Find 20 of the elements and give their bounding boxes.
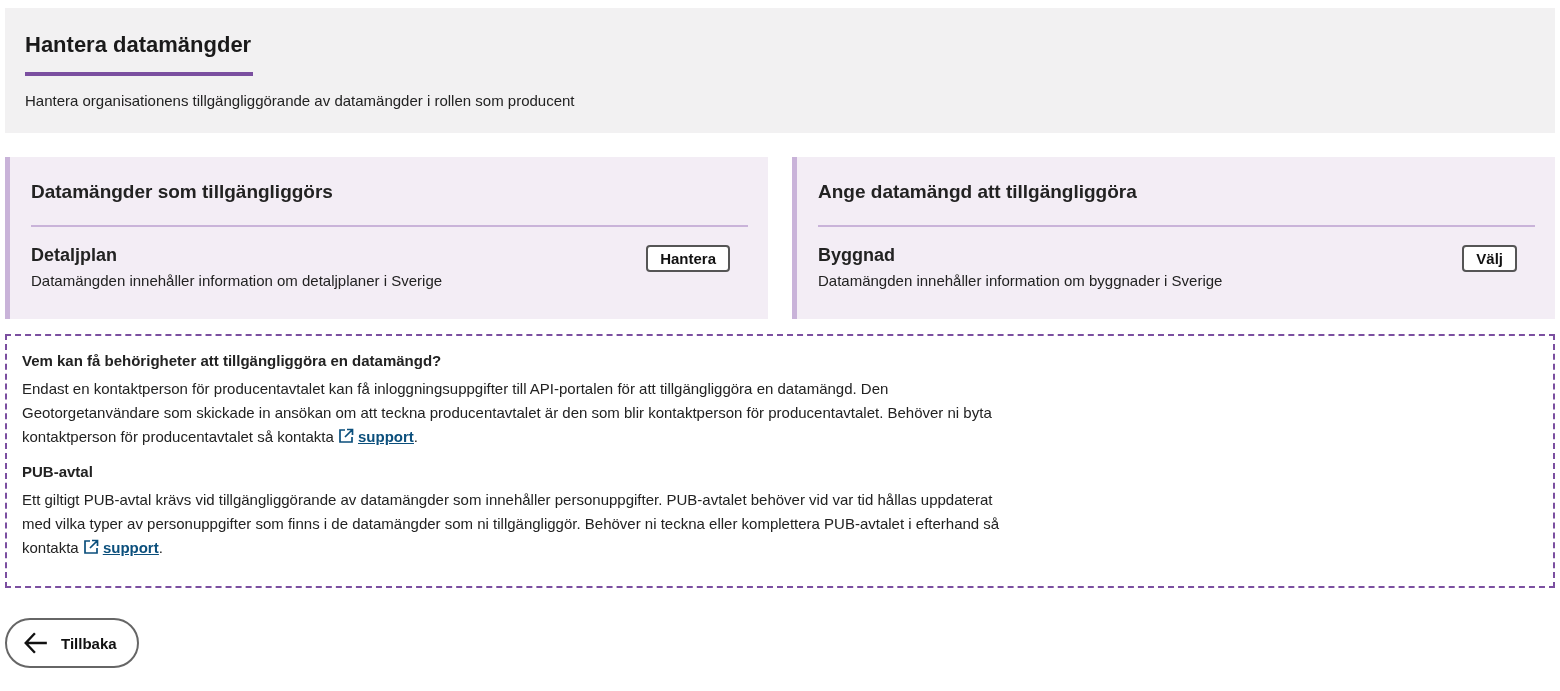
info-paragraph: Endast en kontaktperson för producentavtalet kan få inloggningsuppgifter till API-portalen för att tillgängliggöra en datamängd. Den Geotorgetanvändare som skickade in ansökan om att teckna producentavtalet är den som blir kontaktperson för producentavtalet. Behöver ni byta kontaktperson för producentavtalet så kontakta support.: [22, 379, 993, 447]
dataset-action-button[interactable]: Hantera: [646, 245, 730, 272]
support-link[interactable]: support: [82, 539, 159, 556]
support-link[interactable]: support: [338, 428, 414, 445]
page-title: Hantera datamängder: [25, 32, 253, 58]
panel-title: Ange datamängd att tillgängliggöra: [818, 181, 1138, 203]
info-heading: Vem kan få behörigheter att tillgängliggöra en datamängd?: [22, 352, 443, 369]
dataset-name: Byggnad: [818, 245, 896, 266]
back-button[interactable]: Tillbaka: [5, 618, 139, 668]
dataset-description: Datamängden innehåller information om byggnader i Sverige: [818, 272, 1223, 289]
dataset-description: Datamängden innehåller information om detaljplaner i Sverige: [31, 272, 443, 289]
info-heading: PUB-avtal: [22, 463, 94, 480]
panel-title: Datamängder som tillgängliggörs: [31, 181, 334, 203]
dataset-name: Detaljplan: [31, 245, 119, 266]
external-link-icon: [338, 428, 355, 444]
external-link-icon: [82, 539, 99, 555]
arrow-left-icon: [23, 630, 49, 656]
dataset-action-button[interactable]: Välj: [1462, 245, 1517, 272]
info-paragraph: Ett giltigt PUB-avtal krävs vid tillgängliggörande av datamängder som innehåller personuppgifter. PUB-avtalet behöver vid var tid hållas uppdaterat med vilka typer av personuppgifter som finns i de datamängder som ni tillgängliggör. Behöver ni teckna eller komplettera PUB-avtalet i efterhand så kontakta support.: [22, 490, 1001, 558]
page-description: Hantera organisationens tillgängliggörande av datamängder i rollen som producent: [25, 92, 576, 109]
